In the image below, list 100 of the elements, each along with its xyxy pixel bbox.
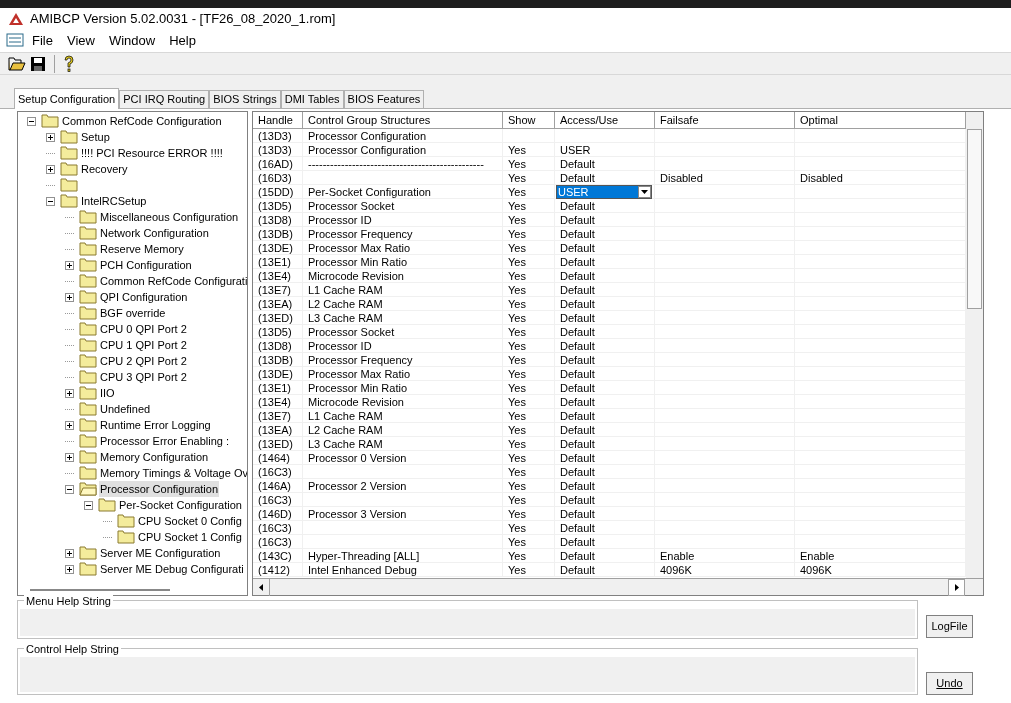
table-cell: Processor Frequency — [308, 228, 413, 240]
tree-item[interactable]: CPU Socket 0 Config — [137, 512, 243, 530]
folder-icon — [79, 338, 97, 352]
tree-item[interactable]: Network Configuration — [99, 224, 210, 242]
tree-item[interactable]: BGF override — [99, 304, 167, 322]
expand-toggle[interactable] — [65, 260, 74, 270]
collapse-toggle[interactable] — [84, 500, 93, 510]
tree-item[interactable]: Server ME Debug Configurati — [99, 560, 245, 578]
table-cell: Yes — [508, 466, 526, 478]
tree-item[interactable]: Common RefCode Configuration — [61, 112, 223, 130]
collapse-toggle[interactable] — [27, 116, 36, 126]
folder-icon[interactable] — [60, 178, 78, 192]
tree-item[interactable]: Runtime Error Logging — [99, 416, 212, 434]
tree-item[interactable]: Recovery — [80, 160, 129, 178]
table-cell: Default — [560, 396, 595, 408]
tree-item[interactable]: Per-Socket Configuration — [118, 496, 243, 514]
expand-toggle[interactable] — [65, 388, 74, 398]
table-cell: Default — [560, 242, 595, 254]
tree-item[interactable]: Processor Error Enabling : — [99, 432, 230, 450]
tree-item[interactable]: IIO — [99, 384, 116, 402]
tree-item[interactable]: Reserve Memory — [99, 240, 185, 258]
table-cell: Yes — [508, 424, 526, 436]
table-cell: (15DD) — [258, 186, 294, 198]
table-cell: (16D3) — [258, 172, 292, 184]
column-header[interactable]: Control Group Structures — [303, 112, 503, 128]
table-cell: Processor Min Ratio — [308, 382, 408, 394]
open-folder-icon[interactable] — [8, 55, 26, 72]
tree-item[interactable]: Setup — [80, 128, 111, 146]
table-cell: Default — [560, 326, 595, 338]
collapse-toggle[interactable] — [46, 196, 55, 206]
tree-item[interactable]: CPU 3 QPI Port 2 — [99, 368, 188, 386]
tree-item[interactable]: Miscellaneous Configuration — [99, 208, 240, 226]
undo-button[interactable]: Undo — [926, 672, 973, 695]
table-cell: Default — [560, 410, 595, 422]
table-cell: (16C3) — [258, 536, 292, 548]
tree-item[interactable]: !!!! PCI Resource ERROR !!!! — [80, 144, 224, 162]
tree-item[interactable]: IntelRCSetup — [80, 192, 148, 210]
tree-item[interactable]: Processor Configuration — [99, 480, 219, 498]
table-cell: Yes — [508, 312, 526, 324]
tree-item[interactable]: Server ME Configuration — [99, 544, 222, 562]
table-cell: (13EA) — [258, 424, 293, 436]
table-cell: Default — [560, 522, 595, 534]
tree-item[interactable]: Memory Timings & Voltage Ov — [99, 464, 247, 482]
table-cell: Disabled — [800, 172, 843, 184]
tab[interactable]: DMI Tables — [280, 90, 344, 108]
table-cell: Yes — [508, 256, 526, 268]
expand-toggle[interactable] — [65, 564, 74, 574]
expand-toggle[interactable] — [65, 292, 74, 302]
access-dropdown[interactable]: USER — [556, 185, 652, 199]
expand-toggle[interactable] — [46, 164, 55, 174]
tree-item[interactable]: PCH Configuration — [99, 256, 193, 274]
column-header[interactable]: Failsafe — [655, 112, 795, 128]
tree-item[interactable]: Undefined — [99, 400, 152, 418]
tree-item[interactable]: QPI Configuration — [99, 288, 189, 306]
folder-icon — [79, 418, 97, 432]
menu-item[interactable]: Window — [102, 31, 162, 51]
table-cell: Yes — [508, 186, 526, 198]
scrollbar-thumb[interactable] — [967, 129, 982, 309]
expand-toggle[interactable] — [46, 132, 55, 142]
tree-item[interactable]: CPU 2 QPI Port 2 — [99, 352, 188, 370]
tree-item[interactable]: Memory Configuration — [99, 448, 210, 466]
logfile-button[interactable]: LogFile — [926, 615, 973, 638]
folder-icon — [60, 146, 78, 160]
tab[interactable]: Setup Configuration — [14, 88, 120, 109]
tree-item[interactable]: CPU Socket 1 Config — [137, 528, 243, 546]
tab[interactable]: BIOS Strings — [209, 90, 281, 108]
table-cell: Yes — [508, 438, 526, 450]
table-cell: Microcode Revision — [308, 270, 404, 282]
table-cell: Default — [560, 354, 595, 366]
expand-toggle[interactable] — [65, 420, 74, 430]
expand-toggle[interactable] — [65, 548, 74, 558]
table-cell: Yes — [508, 536, 526, 548]
collapse-toggle[interactable] — [65, 484, 74, 494]
tree-item[interactable]: CPU 1 QPI Port 2 — [99, 336, 188, 354]
scrollbar-thumb[interactable] — [30, 589, 170, 591]
caret-icon[interactable] — [638, 186, 651, 198]
save-icon[interactable] — [30, 55, 46, 72]
table-cell: USER — [560, 144, 591, 156]
expand-toggle[interactable] — [65, 452, 74, 462]
table-cell: (13ED) — [258, 438, 293, 450]
table-cell: Yes — [508, 172, 526, 184]
tab[interactable]: BIOS Features — [343, 90, 425, 108]
table-cell: Default — [560, 284, 595, 296]
table-cell: Default — [560, 256, 595, 268]
tab[interactable]: PCI IRQ Routing — [119, 90, 210, 108]
table-cell: Yes — [508, 396, 526, 408]
column-header[interactable]: Handle — [253, 112, 303, 128]
scroll-right-icon[interactable] — [948, 578, 965, 596]
column-header[interactable]: Show — [503, 112, 555, 128]
menu-item[interactable]: File — [26, 31, 59, 51]
table-cell: (13ED) — [258, 312, 293, 324]
menu-item[interactable]: View — [60, 31, 101, 51]
tree-item[interactable]: Common RefCode Configurati — [99, 272, 247, 290]
help-icon[interactable] — [63, 54, 75, 73]
table-cell: (146D) — [258, 508, 292, 520]
column-header[interactable]: Access/Use — [555, 112, 655, 128]
folder-icon — [41, 114, 59, 128]
menu-item[interactable]: Help — [163, 31, 202, 51]
table-cell: (13D8) — [258, 214, 292, 226]
tree-item[interactable]: CPU 0 QPI Port 2 — [99, 320, 188, 338]
